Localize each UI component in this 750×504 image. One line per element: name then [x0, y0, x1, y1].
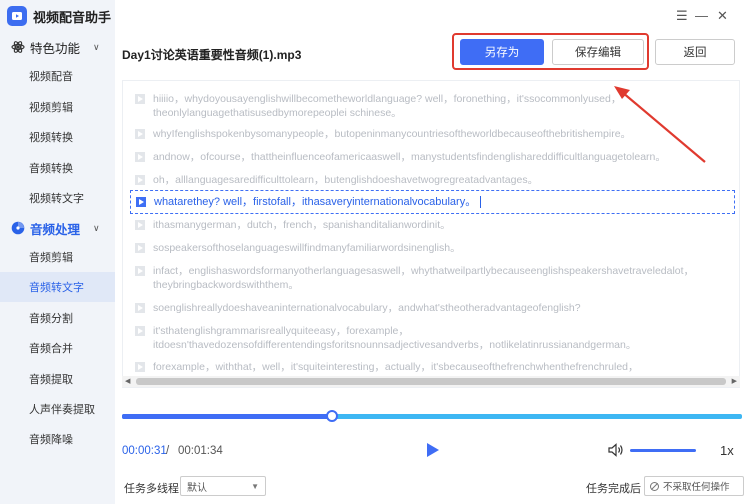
- play-line-icon[interactable]: [135, 220, 145, 230]
- line-text: ithasmanygerman，dutch，french，spanishandi…: [153, 219, 451, 231]
- transcript-line[interactable]: infact，englishaswordsformanyotherlanguag…: [135, 264, 733, 292]
- sidebar-item-audio-merge[interactable]: 音频合并: [0, 333, 115, 363]
- sidebar-item-video-convert[interactable]: 视频转换: [0, 122, 115, 152]
- sidebar-item-audio-split[interactable]: 音频分割: [0, 303, 115, 333]
- timeline-handle[interactable]: [326, 410, 338, 422]
- annotation-arrow-icon: [614, 86, 706, 163]
- sidebar-item-video-edit[interactable]: 视频剪辑: [0, 92, 115, 122]
- back-button[interactable]: 返回: [655, 39, 735, 65]
- line-text: oh，alllanguagesaredifficulttolearn，buten…: [153, 174, 539, 186]
- horizontal-scrollbar[interactable]: ◀ ▶: [122, 376, 740, 387]
- thread-select[interactable]: 默认 ▼: [180, 476, 266, 496]
- play-line-icon[interactable]: [135, 362, 145, 372]
- sidebar-item-audio-convert[interactable]: 音频转换: [0, 153, 115, 183]
- scroll-left-icon[interactable]: ◀: [125, 377, 130, 385]
- play-line-icon[interactable]: [135, 94, 145, 104]
- current-time: 00:00:31: [122, 445, 167, 457]
- thread-label: 任务多线程: [124, 483, 179, 495]
- sidebar-item-audio-extract[interactable]: 音频提取: [0, 364, 115, 394]
- play-line-icon[interactable]: [135, 266, 145, 276]
- line-text: infact，englishaswordsformanyotherlanguag…: [153, 265, 695, 277]
- transcript-line[interactable]: oh，alllanguagesaredifficulttolearn，buten…: [135, 173, 733, 187]
- line-text-continued: itdoesn'thavedozensofdifferentendingsfor…: [153, 339, 637, 351]
- app-title: 视频配音助手: [33, 9, 112, 25]
- play-line-icon[interactable]: [135, 326, 145, 336]
- line-text: soenglishreallydoeshaveaninternationalvo…: [153, 302, 581, 314]
- line-text-continued: theonlylanguagethatisusedbymorepeoplei s…: [153, 107, 402, 119]
- play-line-icon[interactable]: [135, 175, 145, 185]
- minimize-button[interactable]: —: [695, 8, 708, 23]
- sidebar-group-audio[interactable]: 音频处理 ∨: [0, 215, 115, 241]
- sidebar-group-featured[interactable]: 特色功能 ∨: [0, 34, 115, 60]
- done-label: 任务完成后: [586, 483, 641, 495]
- thread-select-value: 默认: [187, 482, 207, 494]
- sidebar-item-video-dubbing[interactable]: 视频配音: [0, 61, 115, 91]
- sidebar-item-vocal-separation[interactable]: 人声伴奏提取: [0, 394, 115, 424]
- sidebar-group-label: 特色功能: [30, 41, 81, 56]
- scrollbar-thumb[interactable]: [136, 378, 726, 385]
- close-button[interactable]: ✕: [717, 8, 728, 24]
- play-icon[interactable]: [426, 442, 440, 458]
- total-time: 00:01:34: [178, 445, 223, 457]
- transcript-line-active[interactable]: whatarethey? well，firstofall，ithasaveryi…: [130, 190, 735, 214]
- scroll-right-icon[interactable]: ▶: [732, 377, 737, 385]
- sidebar-item-audio-denoise[interactable]: 音频降噪: [0, 424, 115, 454]
- transcript-line[interactable]: ithasmanygerman，dutch，french，spanishandi…: [135, 218, 733, 232]
- audio-disc-icon: [11, 221, 25, 235]
- atom-icon: [11, 41, 25, 53]
- play-line-icon[interactable]: [135, 243, 145, 253]
- save-edit-button[interactable]: 保存编辑: [552, 39, 644, 65]
- line-text: sospeakersofthoselanguageswillfindmanyfa…: [153, 242, 461, 254]
- sidebar-item-audio-to-text[interactable]: 音频转文字: [0, 272, 115, 302]
- line-text: it'sthatenglishgrammarisreallyquiteeasy，…: [153, 325, 409, 337]
- menu-icon[interactable]: ☰: [676, 8, 688, 24]
- app-logo: 视频配音助手: [7, 6, 111, 26]
- chevron-down-icon: ∨: [93, 41, 100, 52]
- line-text-editable[interactable]: whatarethey? well，firstofall，ithasaveryi…: [154, 196, 476, 208]
- transcript-line[interactable]: sospeakersofthoselanguageswillfindmanyfa…: [135, 241, 733, 255]
- play-line-icon[interactable]: [135, 129, 145, 139]
- ban-icon: [650, 482, 659, 491]
- chevron-down-icon: ∨: [93, 222, 100, 233]
- after-task-value: 不采取任何操作: [663, 482, 730, 493]
- text-caret: [480, 196, 482, 209]
- transcript-line[interactable]: soenglishreallydoeshaveaninternationalvo…: [135, 301, 733, 315]
- line-text: hiiiio，whydoyousayenglishwillbecomethewo…: [153, 93, 622, 105]
- timeline-progress: [122, 414, 332, 419]
- transcript-line[interactable]: it'sthatenglishgrammarisreallyquiteeasy，…: [135, 324, 733, 352]
- playback-speed[interactable]: 1x: [720, 443, 734, 458]
- transcript-line[interactable]: forexample，withthat，well，it'squiteintere…: [135, 360, 733, 374]
- app-logo-icon: [7, 6, 27, 26]
- line-text: forexample，withthat，well，it'squiteintere…: [153, 361, 639, 373]
- volume-icon[interactable]: [608, 443, 624, 457]
- play-line-icon[interactable]: [135, 303, 145, 313]
- sidebar-group-label: 音频处理: [30, 222, 81, 237]
- time-separator: /: [166, 445, 170, 457]
- sidebar-item-video-to-text[interactable]: 视频转文字: [0, 183, 115, 213]
- line-text-continued: theybringbackwordswiththem。: [153, 279, 299, 291]
- play-line-icon[interactable]: [136, 197, 146, 207]
- volume-slider[interactable]: [630, 449, 696, 452]
- chevron-down-icon: ▼: [251, 481, 259, 491]
- sidebar-item-audio-edit[interactable]: 音频剪辑: [0, 242, 115, 272]
- save-as-button[interactable]: 另存为: [460, 39, 544, 65]
- file-name: Day1讨论英语重要性音频(1).mp3: [122, 48, 302, 62]
- after-task-select[interactable]: 不采取任何操作: [644, 476, 744, 496]
- play-line-icon[interactable]: [135, 152, 145, 162]
